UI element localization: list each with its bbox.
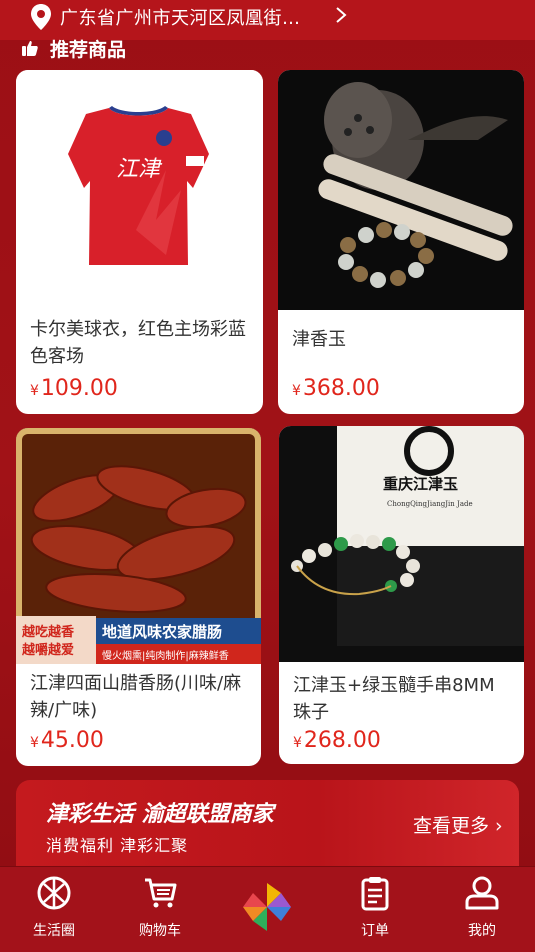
chevron-right-icon — [336, 7, 347, 23]
promo-left-1: 越吃越香 — [21, 624, 75, 640]
product-card[interactable]: 津香玉 ¥368.00 — [278, 70, 524, 414]
promo-sub: 慢火烟熏|纯肉制作|麻辣鲜香 — [102, 649, 229, 662]
product-name: 津香玉 — [292, 329, 346, 350]
product-image-incense — [278, 70, 524, 310]
product-price: ¥45.00 — [30, 728, 104, 753]
product-card[interactable]: 越吃越香 越嚼越爱 地道风味农家腊肠 慢火烟熏|纯肉制作|麻辣鲜香 江津四面山腊… — [16, 428, 261, 766]
tab-bar: 生活圈 购物车 订单 我的 — [0, 866, 535, 952]
product-name: 卡尔美球衣，红色主场彩蓝色客场 — [30, 319, 246, 367]
tab-cart[interactable]: 购物车 — [120, 867, 200, 952]
product-image-sausage: 越吃越香 越嚼越爱 地道风味农家腊肠 慢火烟熏|纯肉制作|麻辣鲜香 — [16, 428, 261, 664]
product-card[interactable]: 重庆江津玉 ChongQingJiangJin Jade 江津玉+绿玉髓手串8M… — [279, 426, 524, 764]
product-name: 江津四面山腊香肠(川味/麻辣/广味) — [30, 673, 242, 721]
promo-title: 地道风味农家腊肠 — [102, 623, 222, 641]
product-price: ¥368.00 — [292, 376, 380, 401]
clipboard-icon — [361, 877, 389, 911]
tab-orders[interactable]: 订单 — [335, 867, 415, 952]
user-icon — [465, 876, 499, 910]
address-text: 广东省广州市天河区凤凰街… — [60, 8, 301, 29]
promo-left-2: 越嚼越爱 — [21, 642, 74, 658]
tab-home[interactable] — [227, 867, 307, 952]
tab-life-circle[interactable]: 生活圈 — [14, 867, 94, 952]
product-image-jersey: 江津 — [16, 70, 263, 310]
chevron-right-icon: › — [489, 815, 503, 837]
product-name: 江津玉+绿玉髓手串8MM珠子 — [293, 675, 495, 723]
product-price: ¥268.00 — [293, 728, 381, 753]
pinwheel-icon — [243, 883, 291, 931]
product-price: ¥109.00 — [30, 376, 118, 401]
product-image-bracelet: 重庆江津玉 ChongQingJiangJin Jade — [279, 426, 524, 662]
section-title: 推荐商品 — [50, 38, 127, 61]
merchant-banner[interactable]: 津彩生活 渝超联盟商家 消费福利 津彩汇聚 查看更多 › — [16, 780, 519, 880]
jersey-text: 江津 — [116, 157, 163, 182]
product-card[interactable]: 江津 卡尔美球衣，红色主场彩蓝色客场 ¥109.00 — [16, 70, 263, 414]
aperture-icon — [37, 876, 71, 910]
banner-title: 津彩生活 渝超联盟商家 — [46, 802, 274, 827]
cart-icon — [145, 878, 177, 908]
location-pin-icon — [31, 4, 51, 30]
tab-profile[interactable]: 我的 — [442, 867, 522, 952]
thumbs-up-icon — [22, 41, 38, 56]
box-title: 重庆江津玉 — [383, 475, 458, 493]
box-sub: ChongQingJiangJin Jade — [387, 500, 473, 508]
section-header: 推荐商品 — [22, 36, 127, 61]
see-more-link[interactable]: 查看更多 › — [413, 811, 503, 838]
banner-subtitle: 消费福利 津彩汇聚 — [46, 836, 189, 855]
